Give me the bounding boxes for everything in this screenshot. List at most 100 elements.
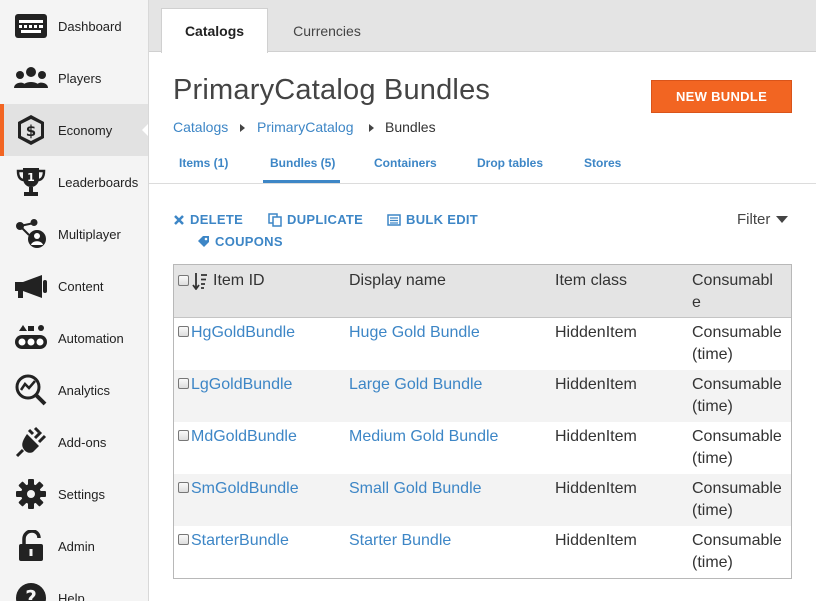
subtab-containers[interactable]: Containers <box>374 156 437 170</box>
sidebar-item-add-ons[interactable]: Add-ons <box>0 416 148 468</box>
consumable: Consumable <box>692 428 782 445</box>
breadcrumb-catalogs[interactable]: Catalogs <box>173 119 228 135</box>
sort-icon[interactable] <box>192 272 208 290</box>
item-id-link[interactable]: StarterBundle <box>191 530 289 552</box>
sidebar-item-label: Multiplayer <box>58 226 121 242</box>
item-id-link[interactable]: LgGoldBundle <box>191 374 292 396</box>
trophy-icon: 1 <box>14 165 48 199</box>
consumable-detail: (time) <box>692 554 733 571</box>
table-row[interactable]: StarterBundle Starter Bundle HiddenItem … <box>174 526 791 578</box>
column-header-item-id[interactable]: Item ID <box>213 270 265 292</box>
new-bundle-button[interactable]: NEW BUNDLE <box>651 80 792 113</box>
sidebar-item-automation[interactable]: Automation <box>0 312 148 364</box>
help-icon: ? <box>14 581 48 601</box>
delete-label: DELETE <box>190 212 244 227</box>
svg-text:?: ? <box>25 586 37 601</box>
multiplayer-icon <box>14 217 48 251</box>
sidebar-item-help[interactable]: ? Help <box>0 572 148 601</box>
breadcrumb-primarycatalog[interactable]: PrimaryCatalog <box>257 119 353 135</box>
automation-icon <box>14 321 48 355</box>
table-row[interactable]: HgGoldBundle Huge Gold Bundle HiddenItem… <box>174 318 791 370</box>
table-row[interactable]: SmGoldBundle Small Gold Bundle HiddenIte… <box>174 474 791 526</box>
item-id-link[interactable]: SmGoldBundle <box>191 478 299 500</box>
sidebar-item-multiplayer[interactable]: Multiplayer <box>0 208 148 260</box>
sidebar-item-players[interactable]: Players <box>0 52 148 104</box>
row-checkbox[interactable] <box>178 430 189 441</box>
megaphone-icon <box>14 269 48 303</box>
column-header-consumable[interactable]: Consumabl <box>692 270 773 292</box>
table-header: Item ID Display name Item class Consumab… <box>174 265 791 318</box>
bulk-edit-label: BULK EDIT <box>406 212 479 227</box>
consumable: Consumable <box>692 324 782 341</box>
tag-icon <box>198 236 209 247</box>
subtab-stores[interactable]: Stores <box>584 156 621 170</box>
subtab-drop-tables[interactable]: Drop tables <box>477 156 543 170</box>
sidebar-item-label: Automation <box>58 330 124 346</box>
sidebar-item-label: Economy <box>58 122 113 138</box>
sidebar-item-label: Dashboard <box>58 18 122 34</box>
display-name-link[interactable]: Large Gold Bundle <box>349 374 482 396</box>
display-name-link[interactable]: Starter Bundle <box>349 530 451 552</box>
consumable: Consumable <box>692 376 782 393</box>
duplicate-label: DUPLICATE <box>287 212 364 227</box>
sidebar: Dashboard Players $ Economy 1 Leaderboar… <box>0 0 149 601</box>
sidebar-item-label: Leaderboards <box>58 174 139 190</box>
delete-button[interactable]: DELETE <box>173 212 243 227</box>
caret-down-icon <box>776 216 789 223</box>
sidebar-item-label: Help <box>58 590 85 601</box>
page-title: PrimaryCatalog Bundles <box>173 74 491 106</box>
display-name-link[interactable]: Huge Gold Bundle <box>349 322 480 344</box>
subtab-bundles[interactable]: Bundles (5) <box>270 156 335 170</box>
plug-icon <box>14 425 48 459</box>
sidebar-item-label: Analytics <box>58 382 111 398</box>
item-id-link[interactable]: HgGoldBundle <box>191 322 295 344</box>
coupons-label: COUPONS <box>215 234 283 249</box>
item-class: HiddenItem <box>555 532 637 549</box>
sidebar-item-economy[interactable]: $ Economy <box>0 104 148 156</box>
top-tabbar: Catalogs Currencies <box>149 0 816 53</box>
table-row[interactable]: LgGoldBundle Large Gold Bundle HiddenIte… <box>174 370 791 422</box>
column-header-item-class[interactable]: Item class <box>555 270 627 292</box>
filter-dropdown[interactable]: Filter <box>737 211 789 228</box>
item-id-link[interactable]: MdGoldBundle <box>191 426 297 448</box>
sidebar-item-label: Settings <box>58 486 105 502</box>
column-header-consumable-wrap: e <box>692 294 701 311</box>
breadcrumb-current: Bundles <box>385 119 436 135</box>
table-row[interactable]: MdGoldBundle Medium Gold Bundle HiddenIt… <box>174 422 791 474</box>
item-class: HiddenItem <box>555 428 637 445</box>
consumable-detail: (time) <box>692 502 733 519</box>
breadcrumb-separator-icon <box>369 124 374 132</box>
row-checkbox[interactable] <box>178 378 189 389</box>
column-header-display-name[interactable]: Display name <box>349 270 446 292</box>
bulk-edit-button[interactable]: BULK EDIT <box>387 212 478 227</box>
sidebar-item-content[interactable]: Content <box>0 260 148 312</box>
consumable: Consumable <box>692 480 782 497</box>
copy-icon <box>268 212 282 227</box>
sidebar-item-label: Content <box>58 278 104 294</box>
display-name-link[interactable]: Small Gold Bundle <box>349 478 482 500</box>
select-all-checkbox[interactable] <box>178 275 189 286</box>
consumable-detail: (time) <box>692 346 733 363</box>
tab-currencies[interactable]: Currencies <box>275 8 379 53</box>
row-checkbox[interactable] <box>178 326 189 337</box>
filter-label: Filter <box>737 211 771 228</box>
consumable: Consumable <box>692 532 782 549</box>
close-icon <box>174 214 184 225</box>
sidebar-item-admin[interactable]: Admin <box>0 520 148 572</box>
tab-catalogs[interactable]: Catalogs <box>161 8 268 53</box>
row-checkbox[interactable] <box>178 482 189 493</box>
display-name-link[interactable]: Medium Gold Bundle <box>349 426 498 448</box>
sidebar-item-dashboard[interactable]: Dashboard <box>0 0 148 52</box>
sidebar-item-label: Admin <box>58 538 95 554</box>
duplicate-button[interactable]: DUPLICATE <box>268 212 363 227</box>
row-checkbox[interactable] <box>178 534 189 545</box>
svg-text:$: $ <box>26 122 36 140</box>
coupons-button[interactable]: COUPONS <box>197 234 283 249</box>
item-class: HiddenItem <box>555 480 637 497</box>
sidebar-item-analytics[interactable]: Analytics <box>0 364 148 416</box>
subtabs-divider <box>149 183 816 184</box>
sidebar-item-settings[interactable]: Settings <box>0 468 148 520</box>
sidebar-item-leaderboards[interactable]: 1 Leaderboards <box>0 156 148 208</box>
consumable-detail: (time) <box>692 450 733 467</box>
subtab-items[interactable]: Items (1) <box>179 156 228 170</box>
